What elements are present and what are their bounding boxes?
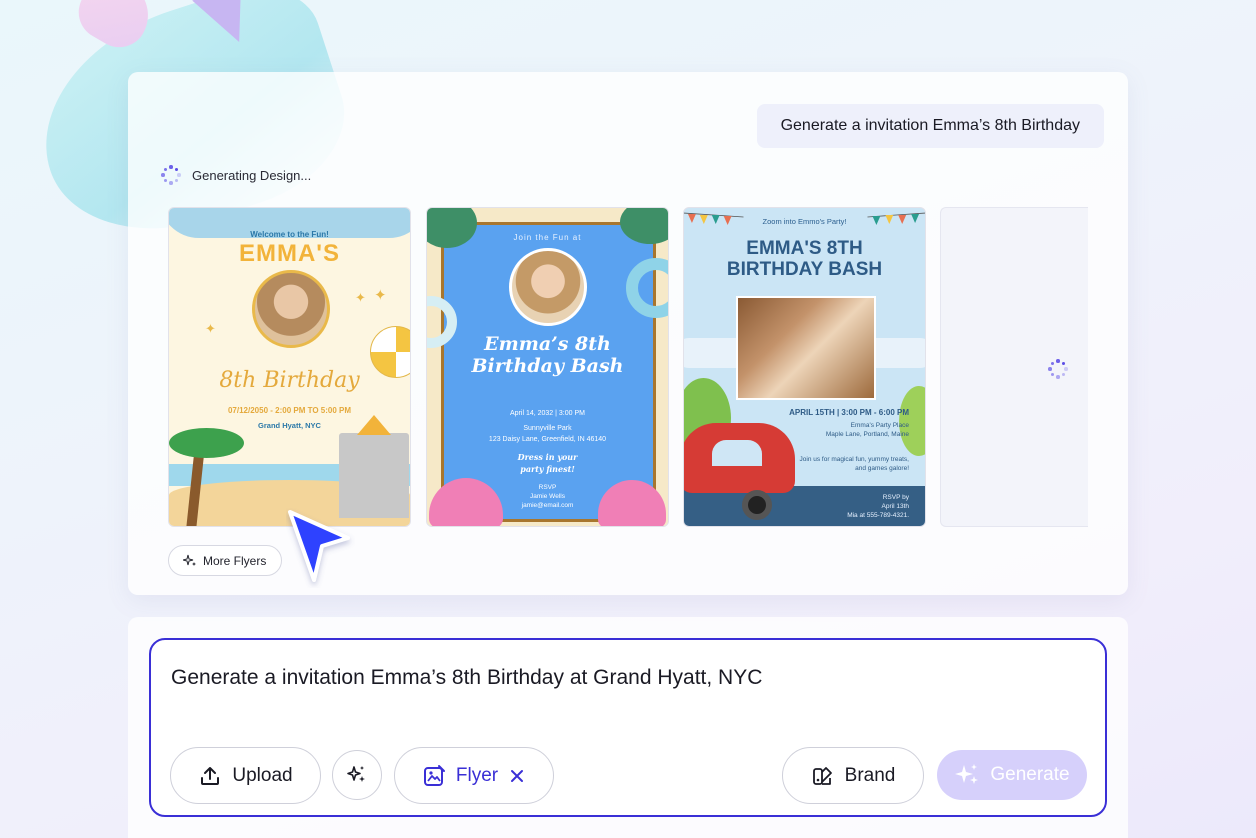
design-rsvp: RSVP by April 13th Mia at 555-789-4321.	[847, 493, 909, 520]
design-welcome-text: Welcome to the Fun!	[250, 230, 329, 239]
design-date: APRIL 15TH | 3:00 PM - 6:00 PM	[789, 408, 909, 417]
spinner-dot	[174, 178, 179, 183]
spinner-dot	[174, 167, 179, 172]
child-photo	[736, 296, 876, 400]
design-dress-code: Dress in your party finest!	[427, 451, 668, 475]
design-join-text: Join us for magical fun, yummy treats, a…	[800, 455, 909, 473]
spinner-dot	[169, 165, 173, 169]
design-join-line-1: Join us for magical fun, yummy treats,	[799, 456, 909, 463]
prompt-composer: Generate a invitation Emma’s 8th Birthda…	[128, 617, 1128, 838]
design-join-line-2: and games galore!	[855, 465, 909, 472]
palm-leaves-graphic	[169, 428, 244, 458]
design-dress-line-2: party finest!	[520, 464, 575, 474]
brand-kit-icon	[812, 766, 832, 785]
more-flyers-label: More Flyers	[203, 553, 267, 568]
magic-enhance-button[interactable]	[332, 750, 382, 800]
design-date: April 14, 2032 | 3:00 PM	[510, 410, 585, 417]
design-script-title: 8th Birthday	[219, 368, 360, 393]
design-name-heading: EMMA'S	[238, 240, 341, 267]
design-place-line-1: Emma's Party Place	[850, 422, 909, 429]
upload-button[interactable]: Upload	[170, 747, 321, 804]
design-park: Sunnyville Park	[523, 425, 572, 432]
spinner-dot	[1056, 375, 1060, 379]
design-title: EMMA'S 8TH BIRTHDAY BASH	[684, 238, 925, 280]
sparkle-icon: ✦	[205, 321, 216, 336]
close-icon[interactable]	[508, 767, 526, 785]
brand-label: Brand	[844, 764, 896, 786]
loading-spinner-icon	[160, 164, 182, 186]
design-rsvp-line-2: April 13th	[881, 503, 909, 510]
flyer-chip[interactable]: Flyer	[394, 747, 554, 804]
spinner-dot	[163, 167, 168, 172]
sparkle-icon: ✦	[374, 287, 387, 304]
design-address: 123 Daisy Lane, Greenfield, IN 46140	[488, 436, 607, 443]
design-details: April 14, 2032 | 3:00 PM Sunnyville Park…	[427, 408, 668, 445]
sparkle-icon: ✦	[355, 290, 366, 305]
design-thumbnail-1[interactable]: Welcome to the Fun! EMMA'S ✦ ✦ ✦ 8th Bir…	[168, 207, 411, 527]
generation-status: Generating Design...	[160, 164, 311, 186]
flyer-label: Flyer	[455, 764, 499, 786]
loading-spinner-icon	[1047, 358, 1069, 380]
design-title: Emma’s 8th Birthday Bash	[427, 333, 668, 377]
design-thumbnail-3[interactable]: Zoom into Emmo's Party! EMMA'S 8TH BIRTH…	[683, 207, 926, 527]
spinner-dot	[1061, 372, 1066, 377]
design-thumbnail-2[interactable]: Join the Fun at Emma’s 8th Birthday Bash…	[426, 207, 669, 527]
prompt-input-box[interactable]: Generate a invitation Emma’s 8th Birthda…	[149, 638, 1107, 817]
car-wheel-graphic	[742, 490, 772, 520]
design-thumbnail-loading	[940, 207, 1088, 527]
chat-panel: Generate a invitation Emma’s 8th Birthda…	[128, 72, 1128, 595]
sandcastle-graphic	[339, 415, 409, 518]
spinner-dot	[1048, 367, 1052, 371]
spinner-dot	[1050, 361, 1055, 366]
upload-label: Upload	[232, 764, 293, 786]
spinner-dot	[163, 178, 168, 183]
sparkle-icon	[183, 554, 196, 566]
prompt-input-text[interactable]: Generate a invitation Emma’s 8th Birthda…	[171, 666, 762, 690]
design-join-text: Join the Fun at	[513, 233, 582, 242]
more-flyers-button[interactable]: More Flyers	[168, 545, 283, 576]
spinner-dot	[169, 181, 173, 185]
design-title-line-1: Emma’s 8th	[484, 333, 611, 355]
car-window-graphic	[712, 440, 762, 466]
spinner-dot	[1064, 367, 1068, 371]
design-date: 07/12/2050 - 2:00 PM TO 5:00 PM	[227, 406, 352, 415]
design-dress-line-1: Dress in your	[517, 452, 578, 462]
sparkle-icon	[347, 766, 365, 782]
sparkle-icon	[955, 764, 979, 784]
status-text: Generating Design...	[192, 167, 312, 183]
design-title-line-2: BIRTHDAY BASH	[726, 259, 883, 280]
spinner-dot	[161, 173, 165, 177]
design-rsvp-line-1: RSVP by	[882, 494, 909, 501]
spinner-dot	[1050, 372, 1055, 377]
flyer-icon	[423, 764, 445, 786]
brand-button[interactable]: Brand	[782, 747, 924, 804]
user-prompt-bubble: Generate a invitation Emma’s 8th Birthda…	[756, 104, 1104, 148]
design-place: Emma's Party Place Maple Lane, Portland,…	[826, 421, 909, 439]
spinner-dot	[1056, 359, 1060, 363]
child-photo	[509, 248, 587, 326]
design-zoom-text: Zoom into Emmo's Party!	[762, 217, 847, 226]
cursor-pointer-icon	[288, 510, 350, 582]
design-rsvp-line-3: Mia at 555-789-4321.	[847, 512, 909, 519]
child-photo	[252, 270, 330, 348]
generate-label: Generate	[990, 764, 1070, 785]
spinner-dot	[177, 173, 181, 177]
spinner-dot	[1061, 361, 1066, 366]
design-title-line-2: Birthday Bash	[471, 355, 624, 377]
design-results: Welcome to the Fun! EMMA'S ✦ ✦ ✦ 8th Bir…	[168, 207, 1088, 527]
generate-button[interactable]: Generate	[937, 750, 1087, 800]
design-title-line-1: EMMA'S 8TH	[746, 238, 863, 259]
upload-icon	[201, 766, 220, 785]
design-place-line-2: Maple Lane, Portland, Maine	[825, 431, 909, 438]
